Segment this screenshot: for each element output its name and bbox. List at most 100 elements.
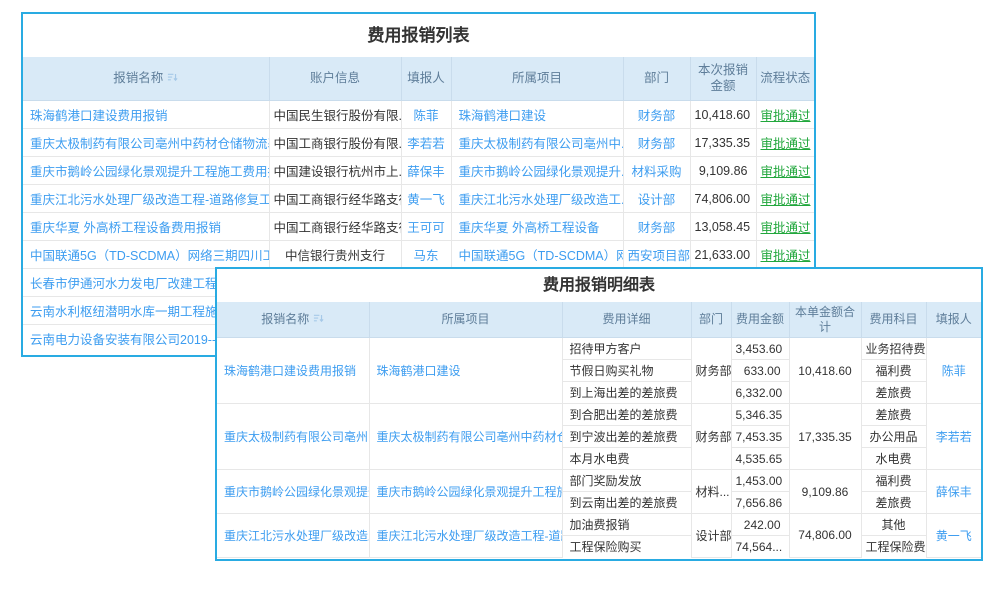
category-cell: 水电费 — [861, 448, 926, 470]
reimb-name-link[interactable]: 重庆江北污水处理厂级改造工程- — [217, 514, 369, 558]
expense-detail-cell: 到合肥出差的差旅费 — [562, 404, 691, 426]
sort-icon[interactable] — [313, 313, 324, 324]
status-link[interactable]: 审批通过 — [756, 129, 814, 157]
person-link[interactable]: 薛保丰 — [926, 470, 981, 514]
column-header-label: 报销名称 — [261, 312, 309, 326]
expense-detail-panel: 费用报销明细表 报销名称所属项目费用详细部门费用金额本单金额合计费用科目填报人珠… — [215, 267, 983, 561]
expense-amount-cell: 242.00 — [731, 514, 789, 536]
reimb-name-link[interactable]: 重庆市鹅岭公园绿化景观提升工程施工费用报销 — [23, 157, 269, 185]
project-link[interactable]: 珠海鹤港口建设 — [451, 101, 623, 129]
reimb-name-link[interactable]: 珠海鹤港口建设费用报销 — [23, 101, 269, 129]
status-link[interactable]: 审批通过 — [756, 241, 814, 269]
list-table-title: 费用报销列表 — [23, 14, 814, 57]
dept-link[interactable]: 财务部 — [623, 129, 690, 157]
total-amount-cell: 74,806.00 — [789, 514, 861, 558]
dept-link[interactable]: 材料采购 — [623, 157, 690, 185]
category-cell: 福利费 — [861, 470, 926, 492]
column-header[interactable]: 报销名称 — [217, 302, 369, 338]
person-link[interactable]: 李若若 — [401, 129, 451, 157]
column-header-label: 本单金额合计 — [795, 305, 855, 334]
project-link[interactable]: 重庆市鹅岭公园绿化景观提升... — [451, 157, 623, 185]
column-header: 部门 — [623, 57, 690, 101]
expense-detail-cell: 部门奖励发放 — [562, 470, 691, 492]
dept-link[interactable]: 设计部 — [623, 185, 690, 213]
expense-detail-cell: 招待甲方客户 — [562, 338, 691, 360]
project-link[interactable]: 重庆江北污水处理厂级改造工程-道路修复工 — [369, 514, 562, 558]
column-header-label: 费用详细 — [602, 312, 650, 326]
list-row: 重庆江北污水处理厂级改造工程-道路修复工程费用...中国工商银行经华路支行黄一飞… — [23, 185, 814, 213]
expense-amount-cell: 5,346.35 — [731, 404, 789, 426]
project-link[interactable]: 重庆市鹅岭公园绿化景观提升工程施工 — [369, 470, 562, 514]
list-row: 珠海鹤港口建设费用报销中国民生银行股份有限...陈菲珠海鹤港口建设财务部10,4… — [23, 101, 814, 129]
reimb-name-link[interactable]: 重庆太极制药有限公司亳州中药材仓储物流基地项... — [23, 129, 269, 157]
category-cell: 工程保险费 — [861, 536, 926, 558]
dept-link[interactable]: 财务部 — [623, 101, 690, 129]
expense-amount-cell: 4,535.65 — [731, 448, 789, 470]
person-link[interactable]: 薛保丰 — [401, 157, 451, 185]
person-link[interactable]: 黄一飞 — [926, 514, 981, 558]
column-header: 流程状态 — [756, 57, 814, 101]
category-cell: 福利费 — [861, 360, 926, 382]
list-row: 重庆太极制药有限公司亳州中药材仓储物流基地项...中国工商银行股份有限...李若… — [23, 129, 814, 157]
expense-amount-cell: 633.00 — [731, 360, 789, 382]
status-link[interactable]: 审批通过 — [756, 213, 814, 241]
category-cell: 差旅费 — [861, 492, 926, 514]
expense-detail-cell: 工程保险购买 — [562, 536, 691, 558]
column-header: 所属项目 — [451, 57, 623, 101]
expense-amount-cell: 7,453.35 — [731, 426, 789, 448]
project-link[interactable]: 重庆华夏 外高桥工程设备 — [451, 213, 623, 241]
person-link[interactable]: 马东 — [401, 241, 451, 269]
detail-row: 重庆江北污水处理厂级改造工程-重庆江北污水处理厂级改造工程-道路修复工加油费报销… — [217, 514, 981, 536]
list-row: 重庆华夏 外高桥工程设备费用报销中国工商银行经华路支行王可可重庆华夏 外高桥工程… — [23, 213, 814, 241]
list-header-row: 报销名称 账户信息填报人所属项目部门本次报销金额流程状态 — [23, 57, 814, 101]
column-header: 费用金额 — [731, 302, 789, 338]
category-cell: 差旅费 — [861, 404, 926, 426]
column-header: 部门 — [691, 302, 731, 338]
status-link[interactable]: 审批通过 — [756, 185, 814, 213]
status-link[interactable]: 审批通过 — [756, 157, 814, 185]
account-cell: 中信银行贵州支行 — [269, 241, 401, 269]
column-header: 账户信息 — [269, 57, 401, 101]
dept-cell: 设计部 — [691, 514, 731, 558]
reimb-name-link[interactable]: 珠海鹤港口建设费用报销 — [217, 338, 369, 404]
expense-amount-cell: 6,332.00 — [731, 382, 789, 404]
project-link[interactable]: 珠海鹤港口建设 — [369, 338, 562, 404]
list-row: 重庆市鹅岭公园绿化景观提升工程施工费用报销中国建设银行杭州市上...薛保丰重庆市… — [23, 157, 814, 185]
amount-cell: 13,058.45 — [690, 213, 756, 241]
reimb-name-link[interactable]: 重庆市鹅岭公园绿化景观提升工程 — [217, 470, 369, 514]
column-header: 本次报销金额 — [690, 57, 756, 101]
dept-cell: 财务部 — [691, 338, 731, 404]
dept-link[interactable]: 财务部 — [623, 213, 690, 241]
reimb-name-link[interactable]: 重庆太极制药有限公司亳州中药材 — [217, 404, 369, 470]
amount-cell: 9,109.86 — [690, 157, 756, 185]
detail-row: 重庆市鹅岭公园绿化景观提升工程重庆市鹅岭公园绿化景观提升工程施工部门奖励发放材料… — [217, 470, 981, 492]
column-header: 本单金额合计 — [789, 302, 861, 338]
detail-row: 重庆太极制药有限公司亳州中药材重庆太极制药有限公司亳州中药材仓储物流到合肥出差的… — [217, 404, 981, 426]
person-link[interactable]: 王可可 — [401, 213, 451, 241]
person-link[interactable]: 黄一飞 — [401, 185, 451, 213]
total-amount-cell: 17,335.35 — [789, 404, 861, 470]
category-cell: 其他 — [861, 514, 926, 536]
amount-cell: 17,335.35 — [690, 129, 756, 157]
project-link[interactable]: 重庆江北污水处理厂级改造工... — [451, 185, 623, 213]
status-link[interactable]: 审批通过 — [756, 101, 814, 129]
project-link[interactable]: 重庆太极制药有限公司亳州中药材仓储物流 — [369, 404, 562, 470]
dept-cell: 材料... — [691, 470, 731, 514]
sort-icon[interactable] — [167, 72, 178, 83]
project-link[interactable]: 中国联通5G（TD-SCDMA）网... — [451, 241, 623, 269]
expense-detail-cell: 到上海出差的差旅费 — [562, 382, 691, 404]
column-header-label: 费用科目 — [869, 312, 917, 326]
person-link[interactable]: 陈菲 — [926, 338, 981, 404]
person-link[interactable]: 李若若 — [926, 404, 981, 470]
total-amount-cell: 9,109.86 — [789, 470, 861, 514]
detail-table-title: 费用报销明细表 — [217, 269, 981, 302]
reimb-name-link[interactable]: 重庆江北污水处理厂级改造工程-道路修复工程费用... — [23, 185, 269, 213]
project-link[interactable]: 重庆太极制药有限公司亳州中... — [451, 129, 623, 157]
reimb-name-link[interactable]: 重庆华夏 外高桥工程设备费用报销 — [23, 213, 269, 241]
column-header[interactable]: 报销名称 — [23, 57, 269, 101]
person-link[interactable]: 陈菲 — [401, 101, 451, 129]
reimb-name-link[interactable]: 中国联通5G（TD-SCDMA）网络三期四川工程费... — [23, 241, 269, 269]
column-header-label: 报销名称 — [113, 71, 163, 85]
dept-link[interactable]: 西安项目部 — [623, 241, 690, 269]
column-header: 填报人 — [401, 57, 451, 101]
